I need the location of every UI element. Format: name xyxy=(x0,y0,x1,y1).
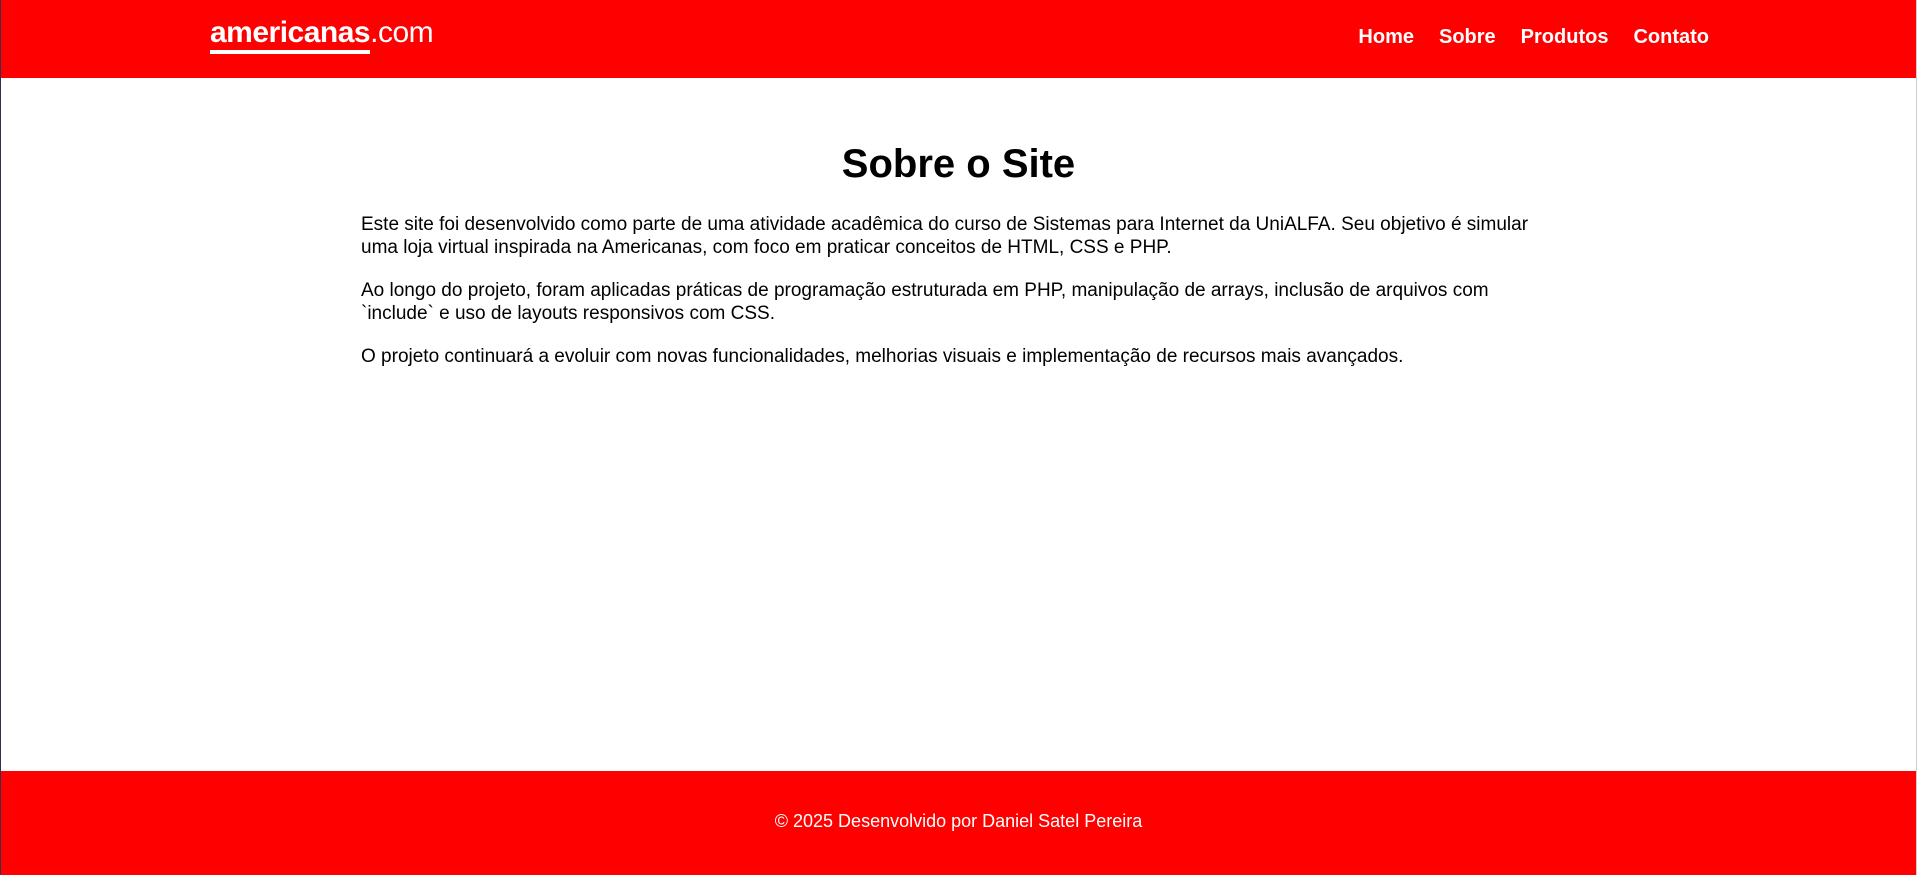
paragraph: O projeto continuará a evoluir com novas… xyxy=(361,346,1404,367)
footer-copyright: © 2025 Desenvolvido por Daniel Satel Per… xyxy=(774,811,1143,831)
logo-word: americanas xyxy=(210,18,371,54)
main-content: Sobre o Site Este site foi desenvolvido … xyxy=(1,78,1916,770)
logo-tld: .com xyxy=(370,16,434,49)
main-nav: Home Sobre Produtos Contato xyxy=(1333,26,1709,49)
page-frame: americanas.com Home Sobre Produtos Conta… xyxy=(0,0,1917,875)
paragraph: Ao longo do projeto, foram aplicadas prá… xyxy=(361,280,1489,324)
americanas-logo[interactable]: americanas.com xyxy=(210,16,434,54)
paragraph: Este site foi desenvolvido como parte de… xyxy=(361,214,1529,258)
nav-contato-link[interactable]: Contato xyxy=(1633,26,1709,49)
site-footer: © 2025 Desenvolvido por Daniel Satel Per… xyxy=(1,771,1916,875)
about-text: Este site foi desenvolvido como parte de… xyxy=(361,213,1561,388)
site-header: americanas.com Home Sobre Produtos Conta… xyxy=(1,0,1916,78)
nav-produtos-link[interactable]: Produtos xyxy=(1521,26,1609,49)
page-title: Sobre o Site xyxy=(841,142,1076,186)
nav-sobre-link[interactable]: Sobre xyxy=(1439,26,1496,49)
nav-home-link[interactable]: Home xyxy=(1358,26,1414,49)
